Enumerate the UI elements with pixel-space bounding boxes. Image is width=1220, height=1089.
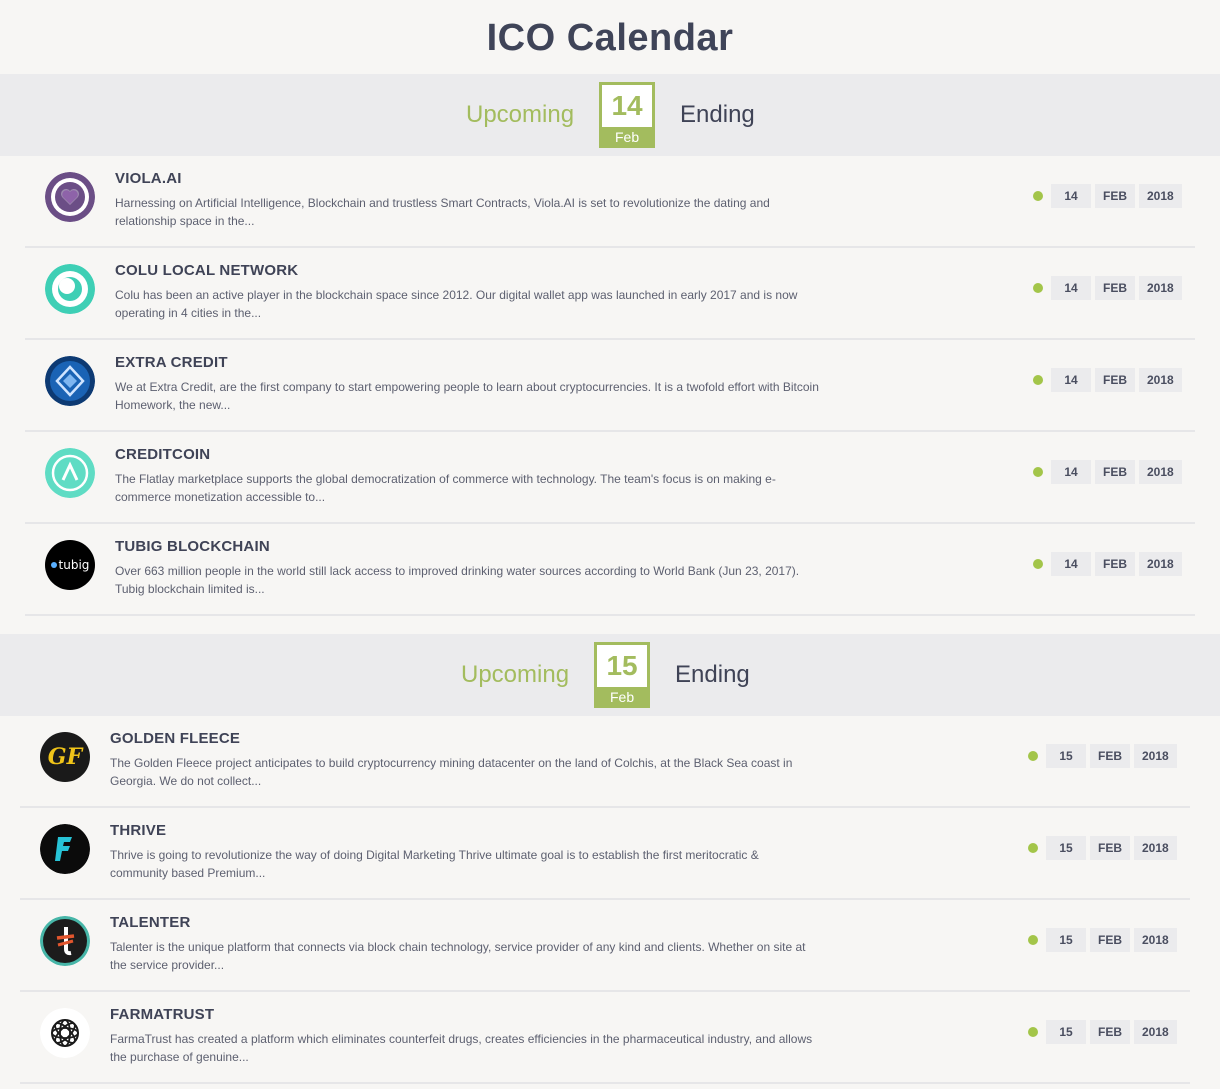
- day-header-15: Upcoming 15 Feb Ending: [0, 634, 1220, 716]
- date-chip-month: FEB: [1095, 460, 1135, 484]
- status-dot: [1028, 935, 1038, 945]
- date-badge: 15 Feb: [594, 642, 651, 708]
- ico-description: Thrive is going to revolutionize the way…: [110, 848, 759, 880]
- date-chip-day: 15: [1046, 1020, 1086, 1044]
- ico-date: 14 FEB 2018: [1033, 368, 1182, 392]
- date-badge: 14 Feb: [599, 82, 656, 148]
- date-chip-month: FEB: [1095, 368, 1135, 392]
- page-title: ICO Calendar: [486, 17, 734, 59]
- ico-date: 14 FEB 2018: [1033, 184, 1182, 208]
- date-chip-month: FEB: [1090, 836, 1130, 860]
- ico-description: Talenter is the unique platform that con…: [110, 940, 806, 972]
- ico-name[interactable]: GOLDEN FLEECE: [110, 730, 240, 747]
- ico-name[interactable]: TUBIG BLOCKCHAIN: [115, 538, 270, 555]
- date-chip-day: 15: [1046, 744, 1086, 768]
- ico-list-item[interactable]: GF GOLDEN FLEECE The Golden Fleece proje…: [20, 716, 1190, 808]
- tubig-logo-text: tubig: [58, 558, 90, 572]
- ico-list-15: GF GOLDEN FLEECE The Golden Fleece proje…: [20, 716, 1190, 1084]
- talenter-logo-icon[interactable]: [40, 916, 90, 966]
- upcoming-tab[interactable]: Upcoming: [461, 661, 569, 689]
- colu-logo-icon[interactable]: [45, 264, 95, 314]
- date-chip-month: FEB: [1095, 552, 1135, 576]
- date-chip-year: 2018: [1134, 836, 1177, 860]
- ico-list-item[interactable]: TALENTER Talenter is the unique platform…: [20, 900, 1190, 992]
- ico-list-item[interactable]: CREDITCOIN The Flatlay marketplace suppo…: [25, 432, 1195, 524]
- tubig-logo-icon[interactable]: tubig: [45, 540, 95, 590]
- date-chip-month: FEB: [1095, 276, 1135, 300]
- ico-date: 14 FEB 2018: [1033, 460, 1182, 484]
- ico-description: We at Extra Credit, are the first compan…: [115, 380, 819, 412]
- upcoming-tab[interactable]: Upcoming: [466, 101, 574, 129]
- ico-date: 15 FEB 2018: [1028, 836, 1177, 860]
- date-chip-day: 14: [1051, 184, 1091, 208]
- ico-list-item[interactable]: THRIVE Thrive is going to revolutionize …: [20, 808, 1190, 900]
- ico-name[interactable]: VIOLA.AI: [115, 170, 182, 187]
- date-chip-year: 2018: [1139, 552, 1182, 576]
- farmatrust-logo-icon[interactable]: [40, 1008, 90, 1058]
- status-dot: [1033, 559, 1043, 569]
- water-drop-icon: [50, 562, 57, 568]
- date-chip-day: 15: [1046, 928, 1086, 952]
- ico-description: Harnessing on Artificial Intelligence, B…: [115, 196, 770, 228]
- ico-name[interactable]: THRIVE: [110, 822, 166, 839]
- ico-list-item[interactable]: EXTRA CREDIT We at Extra Credit, are the…: [25, 340, 1195, 432]
- status-dot: [1028, 1027, 1038, 1037]
- day-header-14: Upcoming 14 Feb Ending: [0, 74, 1220, 156]
- date-badge-day: 14: [611, 90, 643, 121]
- date-badge-day: 15: [606, 650, 638, 681]
- ico-name[interactable]: CREDITCOIN: [115, 446, 210, 463]
- ico-description: The Flatlay marketplace supports the glo…: [115, 472, 776, 504]
- date-chip-day: 14: [1051, 552, 1091, 576]
- ico-description: The Golden Fleece project anticipates to…: [110, 756, 793, 788]
- date-chip-day: 14: [1051, 368, 1091, 392]
- ico-name[interactable]: EXTRA CREDIT: [115, 354, 228, 371]
- ico-date: 15 FEB 2018: [1028, 928, 1177, 952]
- date-chip-month: FEB: [1090, 928, 1130, 952]
- ico-date: 14 FEB 2018: [1033, 276, 1182, 300]
- date-chip-day: 15: [1046, 836, 1086, 860]
- ico-date: 14 FEB 2018: [1033, 552, 1182, 576]
- status-dot: [1033, 283, 1043, 293]
- date-badge-month: Feb: [602, 127, 653, 147]
- date-badge-month: Feb: [597, 687, 648, 707]
- thrive-logo-icon[interactable]: [40, 824, 90, 874]
- date-chip-day: 14: [1051, 460, 1091, 484]
- ico-name[interactable]: FARMATRUST: [110, 1006, 214, 1023]
- ico-description: Over 663 million people in the world sti…: [115, 564, 800, 596]
- ico-date: 15 FEB 2018: [1028, 1020, 1177, 1044]
- date-chip-year: 2018: [1134, 1020, 1177, 1044]
- date-chip-year: 2018: [1139, 368, 1182, 392]
- ico-description: FarmaTrust has created a platform which …: [110, 1032, 813, 1064]
- ico-list-item[interactable]: FARMATRUST FarmaTrust has created a plat…: [20, 992, 1190, 1084]
- date-chip-month: FEB: [1090, 744, 1130, 768]
- ico-list-item[interactable]: VIOLA.AI Harnessing on Artificial Intell…: [25, 156, 1195, 248]
- date-chip-year: 2018: [1134, 928, 1177, 952]
- ico-list-item[interactable]: tubig TUBIG BLOCKCHAIN Over 663 million …: [25, 524, 1195, 616]
- ico-name[interactable]: COLU LOCAL NETWORK: [115, 262, 298, 279]
- extra-credit-logo-icon[interactable]: [45, 356, 95, 406]
- date-chip-year: 2018: [1134, 744, 1177, 768]
- ending-tab[interactable]: Ending: [680, 101, 755, 129]
- date-chip-year: 2018: [1139, 276, 1182, 300]
- creditcoin-logo-icon[interactable]: [45, 448, 95, 498]
- date-chip-year: 2018: [1139, 460, 1182, 484]
- heart-logo-icon[interactable]: [45, 172, 95, 222]
- date-chip-month: FEB: [1090, 1020, 1130, 1044]
- ico-list-14: VIOLA.AI Harnessing on Artificial Intell…: [25, 156, 1195, 616]
- ico-name[interactable]: TALENTER: [110, 914, 190, 931]
- ending-tab[interactable]: Ending: [675, 661, 750, 689]
- ico-list-item[interactable]: COLU LOCAL NETWORK Colu has been an acti…: [25, 248, 1195, 340]
- status-dot: [1028, 751, 1038, 761]
- golden-fleece-logo-text: GF: [47, 744, 83, 770]
- status-dot: [1033, 191, 1043, 201]
- golden-fleece-logo-icon[interactable]: GF: [40, 732, 90, 782]
- status-dot: [1033, 375, 1043, 385]
- ico-description: Colu has been an active player in the bl…: [115, 288, 798, 320]
- date-chip-year: 2018: [1139, 184, 1182, 208]
- ico-date: 15 FEB 2018: [1028, 744, 1177, 768]
- status-dot: [1028, 843, 1038, 853]
- date-chip-day: 14: [1051, 276, 1091, 300]
- status-dot: [1033, 467, 1043, 477]
- date-chip-month: FEB: [1095, 184, 1135, 208]
